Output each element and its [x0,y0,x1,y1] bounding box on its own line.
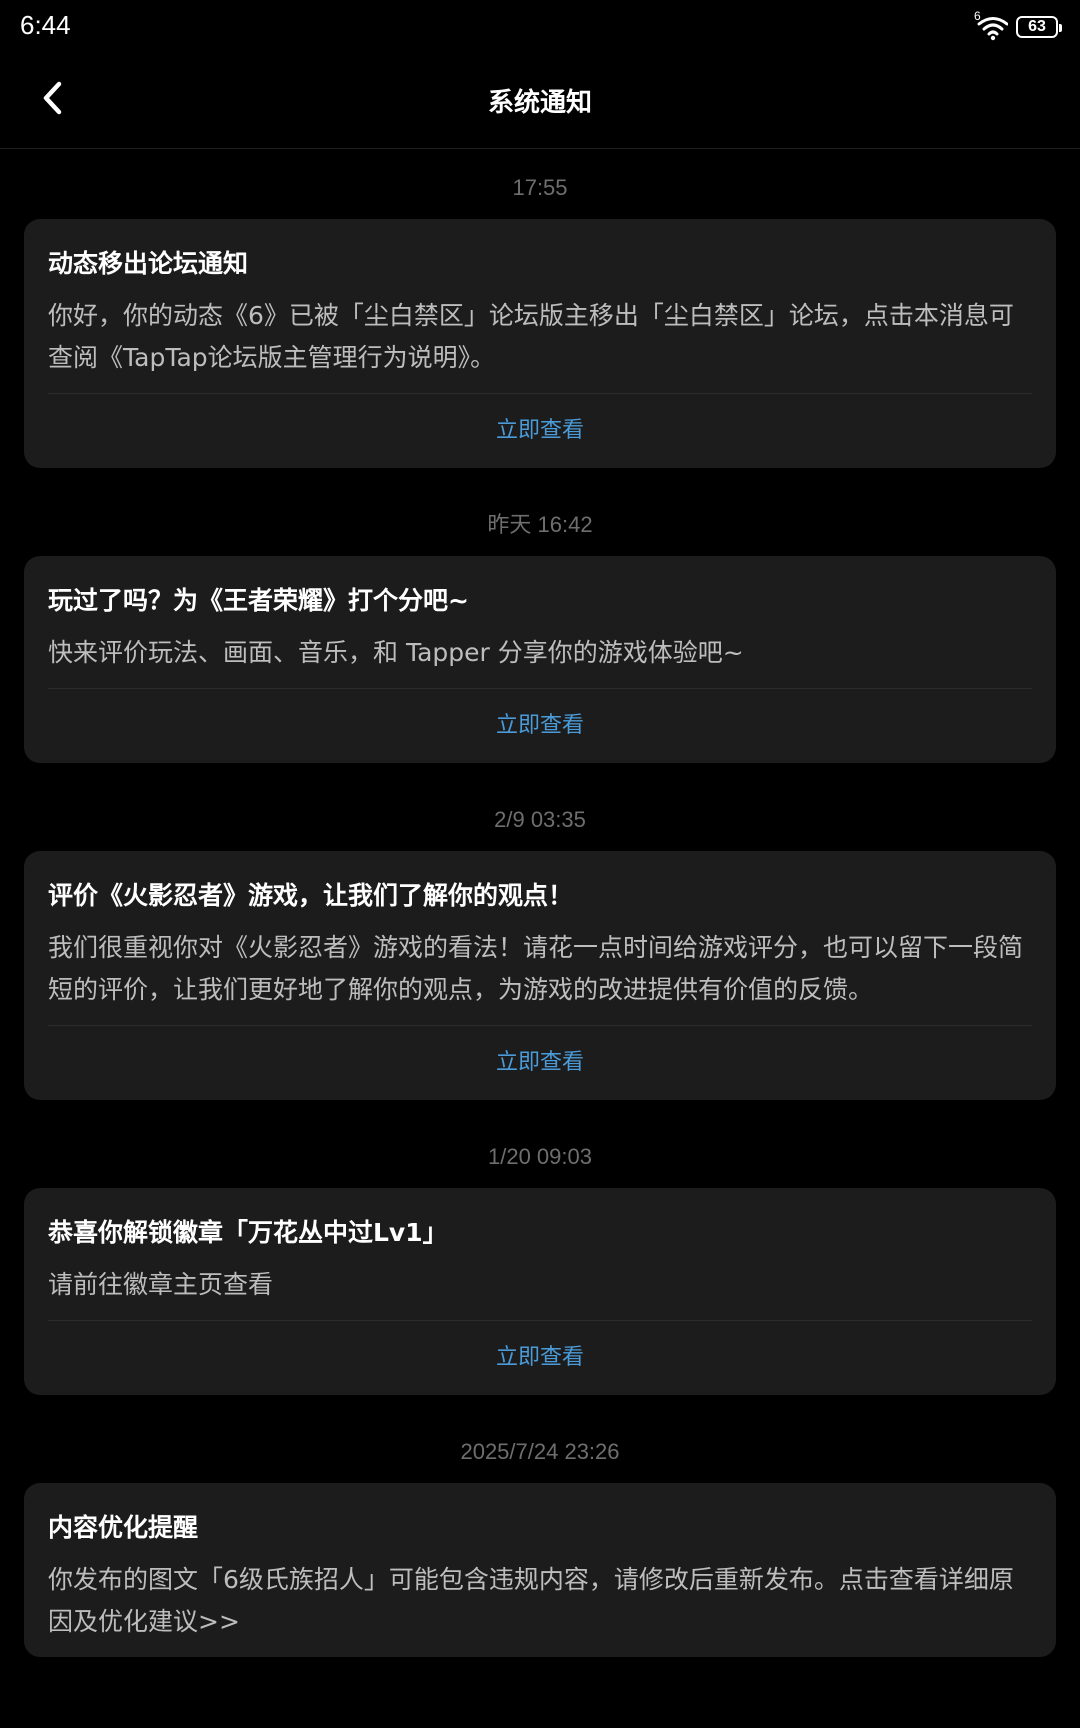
status-time: 6:44 [20,10,71,40]
notification-body: 你好，你的动态《6》已被「尘白禁区」论坛版主移出「尘白禁区」论坛，点击本消息可查… [48,301,1014,372]
notification-title: 评价《火影忍者》游戏，让我们了解你的观点！ [48,881,574,910]
notification-time: 昨天 16:42 [487,512,593,537]
notification-card[interactable]: 玩过了吗？为《王者荣耀》打个分吧~ 快来评价玩法、画面、音乐，和 Tapper … [24,556,1056,763]
battery-icon: 63 [1016,16,1062,38]
notification-title: 玩过了吗？为《王者荣耀》打个分吧~ [48,586,469,615]
view-now-button[interactable]: 立即查看 [48,1321,1032,1395]
wifi-generation-label: 6 [974,9,981,23]
status-bar: 6:44 6 63 [0,0,1080,56]
view-now-button[interactable]: 立即查看 [48,689,1032,763]
notification-body: 请前往徽章主页查看 [48,1270,274,1299]
page-title: 系统通知 [487,88,592,118]
status-icons: 6 63 [974,9,1062,42]
top-bar: 系统通知 [0,56,1080,149]
notification-time: 2/9 03:35 [494,807,586,832]
notification-card[interactable]: 内容优化提醒 你发布的图文「6级氏族招人」可能包含违规内容，请修改后重新发布。点… [24,1483,1056,1657]
notification-title: 动态移出论坛通知 [48,249,249,278]
view-now-button[interactable]: 立即查看 [48,394,1032,468]
notification-card[interactable]: 动态移出论坛通知 你好，你的动态《6》已被「尘白禁区」论坛版主移出「尘白禁区」论… [24,219,1056,468]
notification-card[interactable]: 评价《火影忍者》游戏，让我们了解你的观点！ 我们很重视你对《火影忍者》游戏的看法… [24,851,1056,1100]
notification-body: 我们很重视你对《火影忍者》游戏的看法！请花一点时间给游戏评分，也可以留下一段简短… [48,933,1024,1004]
notification-title: 恭喜你解锁徽章「万花丛中过Lv1」 [48,1218,448,1247]
notification-time: 17:55 [512,175,568,200]
notification-time: 1/20 09:03 [488,1144,592,1169]
notification-time: 2025/7/24 23:26 [460,1439,620,1464]
view-now-button[interactable]: 立即查看 [48,1026,1032,1100]
battery-level: 63 [1028,18,1046,35]
notification-card[interactable]: 恭喜你解锁徽章「万花丛中过Lv1」 请前往徽章主页查看 立即查看 [24,1188,1056,1395]
notification-title: 内容优化提醒 [48,1513,199,1542]
notification-list: 17:55 动态移出论坛通知 你好，你的动态《6》已被「尘白禁区」论坛版主移出「… [0,149,1080,1657]
wifi-icon: 6 [974,9,1009,41]
notification-body: 快来评价玩法、画面、音乐，和 Tapper 分享你的游戏体验吧~ [48,638,744,667]
notification-body: 你发布的图文「6级氏族招人」可能包含违规内容，请修改后重新发布。点击查看详细原因… [48,1565,1014,1636]
